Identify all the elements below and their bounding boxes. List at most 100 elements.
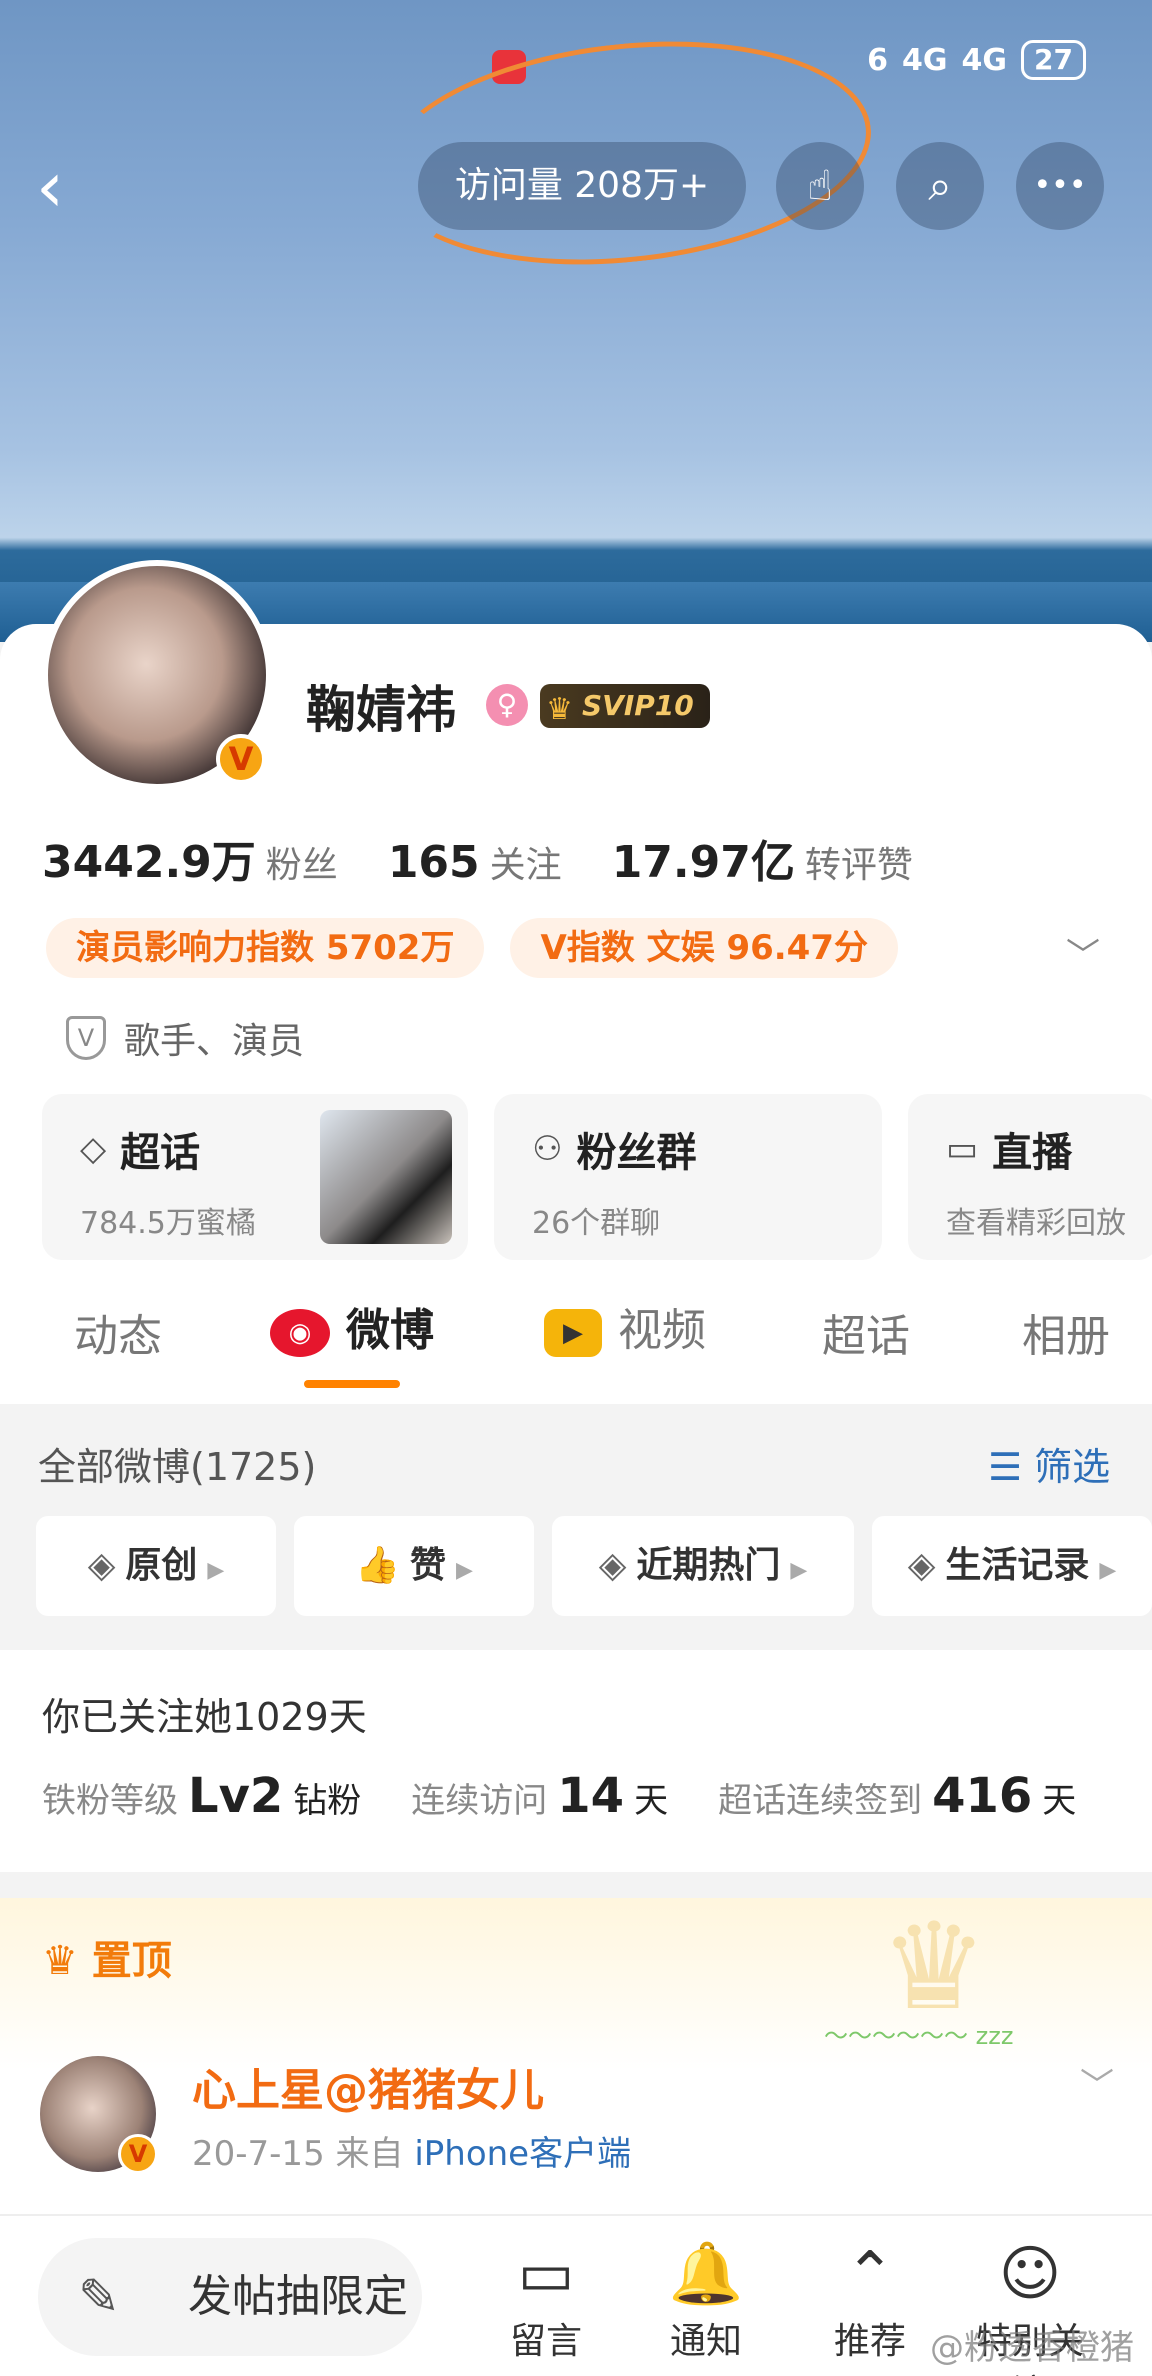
svip-label: SVIP10: [582, 689, 694, 722]
nav-notify[interactable]: 🔔 通知: [636, 2236, 776, 2364]
video-icon: ▶: [544, 1309, 602, 1357]
watermark: @粉透香橙猪: [930, 2328, 1134, 2368]
chevron-down-icon[interactable]: ﹀: [1080, 2058, 1114, 2107]
tag-row: 演员影响力指数 5702万 V指数 文娱 96.47分: [46, 918, 899, 978]
follow-days: 你已关注她1029天: [42, 1695, 367, 1739]
stat-value: 3442.9万: [42, 837, 256, 888]
post-source[interactable]: iPhone客户端: [414, 2134, 631, 2174]
weibo-icon: ◉: [270, 1309, 330, 1357]
user-star-icon: ☺: [998, 2239, 1062, 2309]
tv-icon: ▭: [946, 1129, 979, 1169]
group-icon: ⚇: [532, 1129, 563, 1169]
nav-label: 推荐: [833, 2321, 906, 2362]
layers-icon: ◈: [598, 1545, 627, 1586]
crown-decoration-icon: ♛: [880, 1898, 988, 2037]
thumbs-up-icon: 👍: [355, 1545, 400, 1586]
tab-label: 微博: [346, 1305, 434, 1356]
caret-right-icon: ▶: [790, 1558, 808, 1583]
stats-row: 3442.9万 粉丝 165 关注 17.97亿 转评赞: [42, 826, 913, 890]
chip-label: 赞: [409, 1545, 446, 1586]
back-icon[interactable]: ‹: [36, 150, 86, 224]
visit-label: 连续访问: [411, 1781, 548, 1821]
layers-icon: ◈: [907, 1545, 936, 1586]
nav-message[interactable]: ▭ 留言: [476, 2236, 616, 2364]
chip-recent-hot[interactable]: ◈ 近期热门 ▶: [552, 1516, 854, 1616]
chip-label: 近期热门: [636, 1545, 781, 1586]
live-card[interactable]: ▭ 直播 查看精彩回放: [908, 1094, 1152, 1260]
stat-following[interactable]: 165 关注: [388, 836, 562, 888]
pinned-label: ♛ 置顶: [42, 1928, 172, 1986]
tab-dynamics[interactable]: 动态: [74, 1300, 162, 1364]
tab-album[interactable]: 相册: [1022, 1300, 1110, 1364]
filter-label: 筛选: [1034, 1445, 1111, 1489]
tab-indicator: [304, 1380, 400, 1388]
tab-supertopic[interactable]: 超话: [822, 1300, 910, 1364]
chip-label: 生活记录: [945, 1545, 1090, 1586]
wifi-icon: 6: [867, 42, 889, 78]
chip-label: 原创: [125, 1545, 198, 1586]
nav-label: 留言: [509, 2321, 582, 2362]
tab-weibo[interactable]: ◉ 微博: [270, 1294, 434, 1358]
stat-value: 165: [387, 837, 480, 888]
checkin-label: 超话连续签到: [718, 1781, 923, 1821]
caret-right-icon: ▶: [207, 1558, 225, 1583]
caret-right-icon: ▶: [1099, 1558, 1117, 1583]
supertopic-card[interactable]: ◇ 超话 784.5万蜜橘: [42, 1094, 468, 1260]
visit-unit: 天: [634, 1781, 669, 1821]
filter-button[interactable]: ☰ 筛选: [988, 1436, 1110, 1491]
crown-icon: ♛: [42, 1938, 92, 1984]
chip-likes[interactable]: 👍 赞 ▶: [294, 1516, 534, 1616]
tab-video[interactable]: ▶ 视频: [544, 1294, 706, 1358]
pencil-icon: ✎: [78, 2268, 120, 2326]
chip-life-record[interactable]: ◈ 生活记录 ▶: [872, 1516, 1152, 1616]
visit-count-pill[interactable]: 访问量 208万+: [418, 142, 746, 230]
caret-right-icon: ▶: [455, 1558, 473, 1583]
chevron-down-icon[interactable]: ﹀: [1066, 928, 1100, 977]
more-icon[interactable]: •••: [1016, 142, 1104, 230]
status-bar: 6 4G 4G 27: [867, 40, 1086, 80]
gift-icon[interactable]: ☝: [776, 142, 864, 230]
stat-interactions[interactable]: 17.97亿 转评赞: [612, 826, 913, 890]
fan-stats-row: 铁粉等级 Lv2 钻粉 连续访问 14 天 超话连续签到 416 天: [42, 1768, 1116, 1824]
v-index-tag[interactable]: V指数 文娱 96.47分: [510, 918, 899, 978]
crown-icon: ♛: [546, 692, 573, 727]
shield-icon: V: [66, 1016, 106, 1060]
female-icon: ♀: [486, 684, 528, 726]
nav-label: 通知: [669, 2321, 742, 2362]
tab-label: 视频: [618, 1305, 706, 1356]
entry-subtitle: 26个群聊: [532, 1206, 661, 1241]
signal-icon-2: 4G: [961, 42, 1008, 78]
stat-fans[interactable]: 3442.9万 粉丝: [42, 826, 338, 890]
battery-icon: 27: [1021, 40, 1086, 80]
fan-group-card[interactable]: ⚇ 粉丝群 26个群聊: [494, 1094, 882, 1260]
level-value: Lv2: [188, 1768, 284, 1824]
influence-tag[interactable]: 演员影响力指数 5702万: [46, 918, 485, 978]
level-label: 铁粉等级: [42, 1781, 178, 1821]
svip-badge[interactable]: ♛ SVIP10: [540, 684, 710, 728]
chevron-up-circle-icon: ⌃: [844, 2239, 896, 2309]
stat-label: 粉丝: [265, 845, 338, 886]
profile-page: 6 4G 4G 27 ‹ 访问量 208万+ ☝ ⌕ ••• V 鞠婧祎 ♀ ♛…: [0, 0, 1152, 2376]
nav-recommend[interactable]: ⌃ 推荐: [800, 2236, 940, 2364]
stat-label: 关注: [489, 845, 562, 886]
entry-title: 粉丝群: [576, 1130, 697, 1176]
filter-icon: ☰: [988, 1445, 1035, 1489]
compose-button[interactable]: ✎ 发帖抽限定: [38, 2238, 422, 2356]
layers-icon: ◈: [87, 1545, 116, 1586]
message-icon: ▭: [517, 2239, 575, 2309]
compose-label: 发帖抽限定: [188, 2271, 408, 2322]
fan-info-card[interactable]: 你已关注她1029天 铁粉等级 Lv2 钻粉 连续访问 14 天 超话连续签到 …: [0, 1650, 1152, 1872]
checkin-value: 416: [932, 1768, 1033, 1824]
supertopic-thumbnail: [320, 1110, 452, 1244]
chip-original[interactable]: ◈ 原创 ▶: [36, 1516, 276, 1616]
verification-text: 歌手、演员: [124, 1021, 305, 1062]
verified-badge-icon: V: [118, 2134, 158, 2174]
verified-badge-icon: V: [216, 734, 266, 784]
sleep-decoration-icon: ～～～～～～ zzz: [824, 2022, 1014, 2050]
diamond-icon: ◇: [80, 1129, 107, 1169]
bell-icon: 🔔: [668, 2239, 744, 2309]
post-author[interactable]: 心上星@猪猪女儿: [192, 2054, 544, 2118]
post-from: 来自: [335, 2134, 404, 2174]
verification-row: V 歌手、演员: [66, 1012, 304, 1064]
search-icon[interactable]: ⌕: [896, 142, 984, 230]
